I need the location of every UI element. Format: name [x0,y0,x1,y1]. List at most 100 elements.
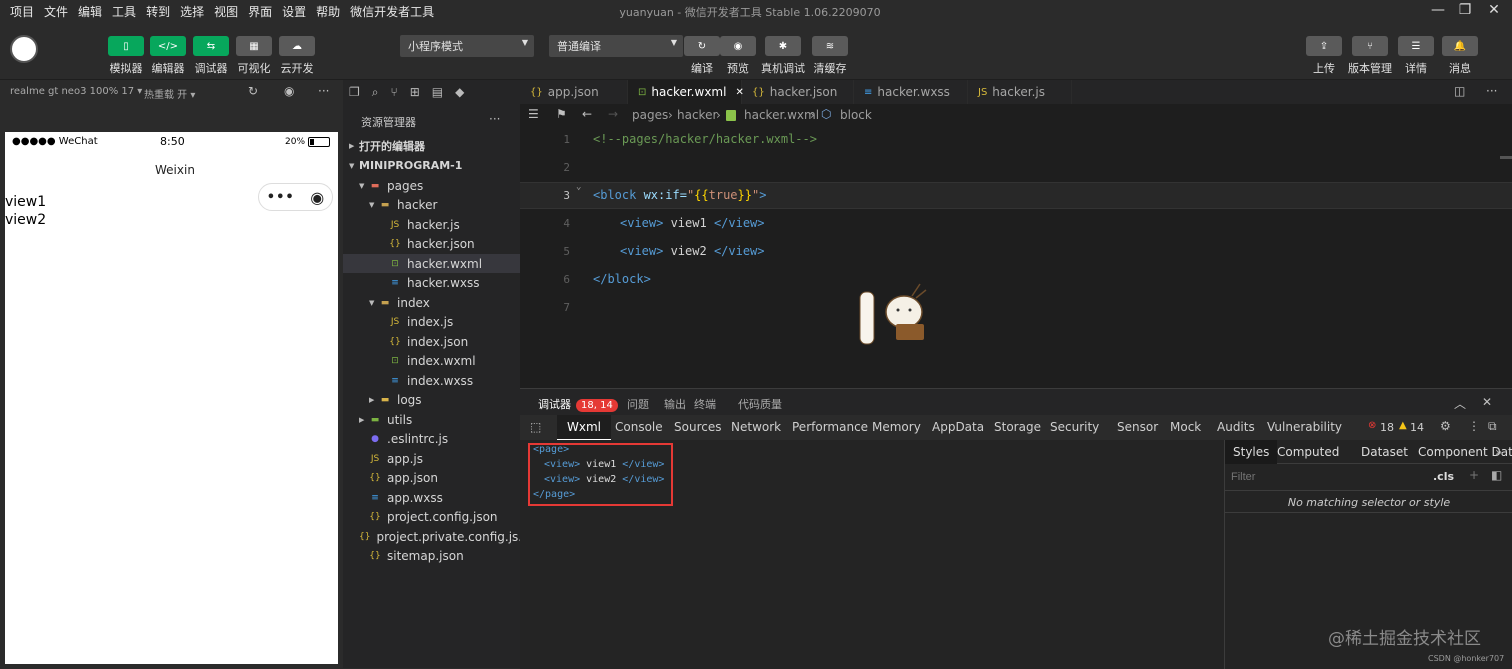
tab-hacker-json[interactable]: {} hacker.json [742,80,854,104]
menu-button[interactable]: ☰ [1398,36,1434,56]
menu-item[interactable]: 文件 [44,3,68,20]
extensions-icon[interactable]: ⊞ [410,85,420,99]
devtools-tab-sensor[interactable]: Sensor [1117,415,1158,440]
code-editor[interactable]: 1 2 3 4 5 6 7 ⌄ <!--pages/hacker/hacker.… [520,126,1512,388]
branch-icon[interactable]: ⑂ [391,85,398,99]
open-editors-section[interactable]: ▶ 打开的编辑器 [343,136,520,155]
layers-button[interactable]: ≋ [812,36,848,56]
scrollbar-marker[interactable] [1500,156,1512,159]
breadcrumb-item[interactable]: block [840,108,872,122]
tree-item-app-json[interactable]: {} app.json [343,469,520,488]
bell-button[interactable]: 🔔 [1442,36,1478,56]
tab-hacker-wxml[interactable]: ⊡ hacker.wxml ✕ [628,80,744,104]
menu-item[interactable]: 工具 [112,3,136,20]
phone-button[interactable]: ▯ [108,36,144,56]
menu-item[interactable]: 选择 [180,3,204,20]
menu-item[interactable]: 项目 [10,3,34,20]
capsule-menu[interactable]: ••• ◉ [258,183,333,211]
tree-item-hacker[interactable]: ▼ ▬ hacker [343,196,520,215]
breadcrumb-item[interactable]: hacker [677,108,717,122]
more-dots-icon[interactable]: ••• [267,190,295,205]
project-section[interactable]: ▼ MINIPROGRAM-1 [343,156,520,175]
tree-item-index-wxss[interactable]: ≡ index.wxss [343,371,520,390]
tree-item-index-wxml[interactable]: ⊡ index.wxml [343,352,520,371]
menu-item[interactable]: 微信开发者工具 [350,3,434,20]
more-icon[interactable]: ··· [1486,84,1497,98]
tree-item--eslintrc-js[interactable]: ● .eslintrc.js [343,430,520,449]
sidebar-toggle-icon[interactable]: ◧ [1491,468,1502,482]
devtools-tab-performance[interactable]: Performance [792,415,868,440]
devtools-tab-mock[interactable]: Mock [1170,415,1201,440]
devtools-tab-wxml[interactable]: Wxml [557,415,611,440]
back-icon[interactable]: ← [582,107,592,121]
debug-button[interactable]: ⇆ [193,36,229,56]
compile-select[interactable]: 普通编译 ▼ [549,35,683,57]
files-icon[interactable]: ❐ [349,85,360,99]
debugger-tab[interactable]: 调试器 18, 14 [538,396,618,412]
tree-item-sitemap-json[interactable]: {} sitemap.json [343,547,520,566]
menu-item[interactable]: 设置 [282,3,306,20]
breadcrumb-item[interactable]: hacker.wxml [744,108,819,122]
menu-item[interactable]: 视图 [214,3,238,20]
tab-computed[interactable]: Computed [1277,440,1339,464]
close-icon[interactable]: ✕ [1484,2,1504,20]
eye-button[interactable]: ◉ [720,36,756,56]
tree-item-index-json[interactable]: {} index.json [343,332,520,351]
list-icon[interactable]: ☰ [528,107,539,121]
dock-icon[interactable]: ⧉ [1488,419,1497,434]
more-icon[interactable]: ··· [489,112,500,126]
tree-item-index[interactable]: ▼ ▬ index [343,293,520,312]
filter-input[interactable] [1229,468,1425,486]
tree-item-hacker-json[interactable]: {} hacker.json [343,235,520,254]
device-select[interactable]: realme gt neo3 100% 17 ▾ [10,86,142,97]
more-vertical-icon[interactable]: ⋮ [1468,419,1480,433]
close-target-icon[interactable]: ◉ [310,188,324,207]
tree-item-index-js[interactable]: JS index.js [343,313,520,332]
tab-app-json[interactable]: {} app.json [520,80,628,104]
debugger-tab[interactable]: 代码质量 [738,396,782,412]
tab-hacker-js[interactable]: JS hacker.js [968,80,1072,104]
tree-item-project-private-config-js-[interactable]: {} project.private.config.js... [343,527,530,546]
refresh-button[interactable]: ↻ [684,36,720,56]
avatar[interactable] [10,35,38,63]
add-icon[interactable]: + [1469,468,1479,482]
tree-item-app-js[interactable]: JS app.js [343,449,520,468]
branch-button[interactable]: ⑂ [1352,36,1388,56]
code-button[interactable]: </> [150,36,186,56]
more-icon[interactable]: ··· [318,84,329,98]
search-icon[interactable]: ⌕ [372,85,379,100]
debugger-tab[interactable]: 终端 [694,396,716,412]
maximize-icon[interactable]: ❐ [1455,2,1475,20]
tree-item-pages[interactable]: ▼ ▬ pages [343,176,520,195]
tab-hacker-wxss[interactable]: ≡ hacker.wxss [854,80,968,104]
debugger-tab[interactable]: 问题 [627,396,649,412]
stop-icon[interactable]: ◉ [284,84,294,98]
mode-select[interactable]: 小程序模式 ▼ [400,35,534,57]
chevron-right-icon[interactable]: » [1495,440,1502,464]
minimize-icon[interactable]: — [1428,2,1448,20]
layout-button[interactable]: ▦ [236,36,272,56]
menu-item[interactable]: 帮助 [316,3,340,20]
devtools-tab-memory[interactable]: Memory [872,415,921,440]
tree-item-project-config-json[interactable]: {} project.config.json [343,508,520,527]
devtools-tab-vulnerability[interactable]: Vulnerability [1267,415,1342,440]
devtools-tab-audits[interactable]: Audits [1217,415,1255,440]
tree-item-hacker-wxss[interactable]: ≡ hacker.wxss [343,274,520,293]
cloud-button[interactable]: ☁ [279,36,315,56]
devtools-tab-console[interactable]: Console [615,415,663,440]
devtools-tab-security[interactable]: Security [1050,415,1099,440]
bug-button[interactable]: ✱ [765,36,801,56]
fold-icon[interactable]: ⌄ [576,182,581,192]
devtools-tab-network[interactable]: Network [731,415,781,440]
split-editor-icon[interactable]: ◫ [1454,84,1465,98]
tree-item-hacker-js[interactable]: JS hacker.js [343,215,520,234]
menu-item[interactable]: 界面 [248,3,272,20]
docker-icon[interactable]: ◆ [455,85,464,99]
bookmark-icon[interactable]: ⚑ [556,107,567,121]
inspect-icon[interactable]: ⬚ [530,415,541,440]
close-icon[interactable]: ✕ [1482,395,1492,409]
cls-toggle[interactable]: .cls [1433,470,1454,483]
tab-dataset[interactable]: Dataset [1361,440,1408,464]
collapse-icon[interactable]: ︿ [1454,395,1466,412]
menu-item[interactable]: 转到 [146,3,170,20]
